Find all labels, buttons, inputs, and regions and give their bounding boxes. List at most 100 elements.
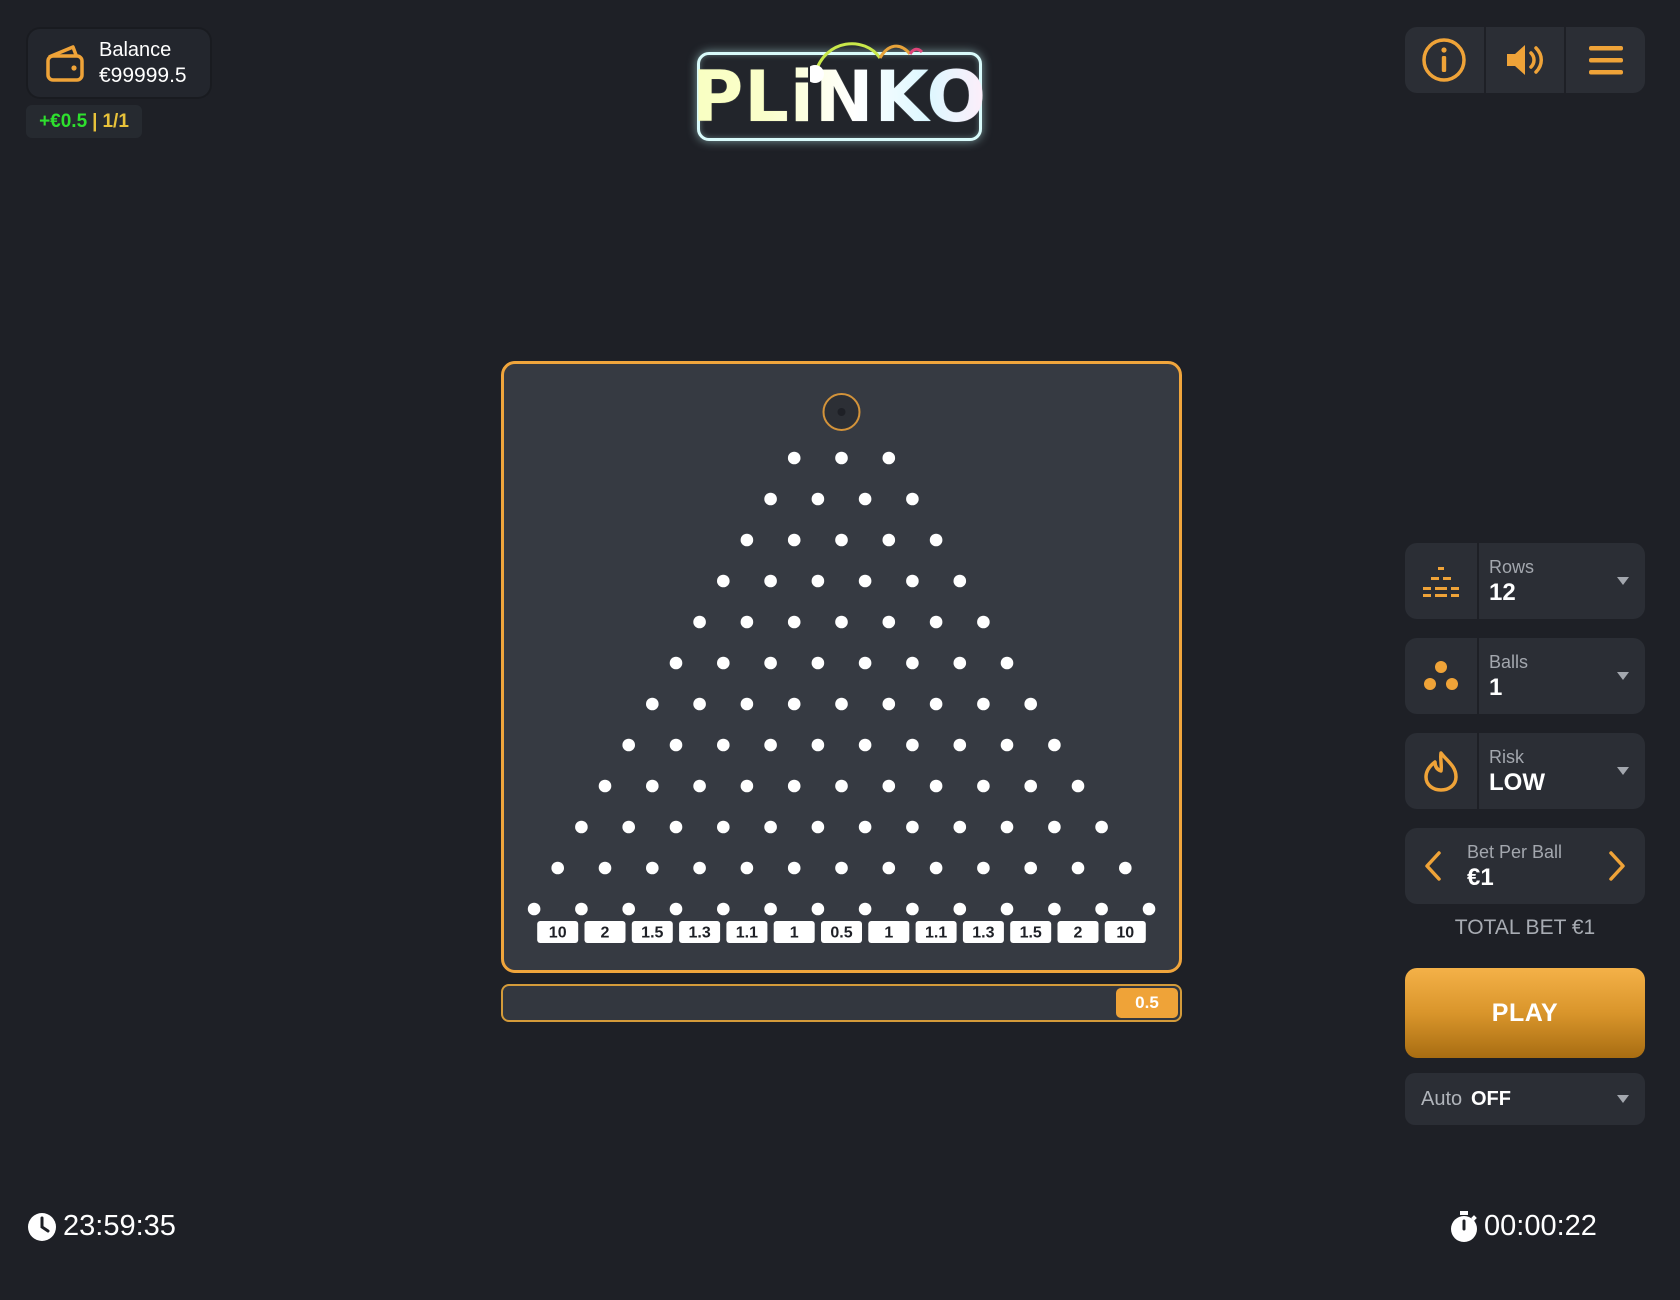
- sound-button[interactable]: [1486, 27, 1567, 93]
- peg: [906, 820, 919, 834]
- peg: [811, 902, 825, 916]
- peg: [929, 615, 943, 629]
- peg: [693, 697, 706, 711]
- peg: [835, 451, 848, 465]
- multiplier-label: 1: [790, 925, 799, 942]
- peg: [1000, 820, 1014, 834]
- peg: [646, 861, 659, 875]
- peg: [787, 533, 801, 547]
- rows-select[interactable]: Rows 12: [1405, 543, 1645, 619]
- peg: [953, 902, 967, 916]
- peg: [1000, 738, 1014, 752]
- increase-bet-button[interactable]: [1597, 846, 1637, 886]
- peg: [787, 697, 801, 711]
- peg: [929, 533, 943, 547]
- chevron-down-icon: [1617, 577, 1629, 585]
- chevron-down-icon: [1617, 1095, 1629, 1103]
- multiplier-label: 10: [549, 925, 567, 942]
- ball-drop-slot-center: [837, 408, 846, 416]
- peg: [1119, 861, 1132, 875]
- peg: [717, 656, 730, 670]
- multiplier-label: 1.1: [925, 925, 947, 942]
- balls-icon: [1405, 638, 1479, 714]
- peg: [1095, 902, 1108, 916]
- peg: [953, 574, 967, 588]
- peg: [882, 697, 896, 711]
- bet-per-ball-value: €1: [1467, 864, 1494, 891]
- info-button[interactable]: [1405, 27, 1486, 93]
- plinko-board: 10 2 1.5 1.3 1.1 1 0.5 1 1.1 1.3 1.5 2 10: [501, 361, 1182, 973]
- peg: [717, 820, 730, 834]
- timer-elapsed: 00:00:22: [1484, 1210, 1597, 1242]
- session-gain: +€0.5: [39, 110, 88, 132]
- chevron-left-icon: [1425, 851, 1441, 881]
- peg: [740, 779, 754, 793]
- peg: [1048, 738, 1061, 752]
- peg: [977, 697, 990, 711]
- chevron-down-icon: [1617, 767, 1629, 775]
- peg: [1142, 902, 1156, 916]
- menu-button[interactable]: [1566, 27, 1645, 93]
- peg: [787, 615, 801, 629]
- play-button[interactable]: PLAY: [1405, 968, 1645, 1058]
- peg: [764, 820, 777, 834]
- peg: [929, 779, 943, 793]
- decrease-bet-button[interactable]: [1413, 846, 1453, 886]
- multiplier-label: 1.3: [688, 925, 710, 942]
- peg: [787, 451, 801, 465]
- peg-field: 10 2 1.5 1.3 1.1 1 0.5 1 1.1 1.3 1.5 2 10: [527, 393, 1156, 943]
- peg: [551, 861, 564, 875]
- total-bet-text: TOTAL BET €1: [1454, 916, 1596, 939]
- peg: [1095, 820, 1108, 834]
- peg: [811, 738, 825, 752]
- peg: [977, 861, 990, 875]
- multiplier-label: 1.5: [1020, 925, 1042, 942]
- balls-label: Balls: [1489, 652, 1529, 672]
- peg: [835, 533, 848, 547]
- balance-panel: Balance €99999.5: [26, 27, 212, 99]
- peg: [835, 615, 848, 629]
- balls-select[interactable]: Balls 1: [1405, 638, 1645, 714]
- clock-icon: [28, 1212, 56, 1241]
- info-icon: [1422, 38, 1467, 82]
- multiplier-label: 1.3: [972, 925, 994, 942]
- peg: [953, 820, 967, 834]
- peg: [858, 574, 872, 588]
- peg: [646, 697, 659, 711]
- peg: [787, 779, 801, 793]
- peg: [811, 820, 825, 834]
- chevron-down-icon: [1617, 672, 1629, 680]
- peg: [835, 697, 848, 711]
- peg: [717, 574, 730, 588]
- auto-play-select[interactable]: Auto OFF: [1405, 1073, 1645, 1125]
- peg: [929, 697, 943, 711]
- peg: [622, 738, 635, 752]
- last-result-badge: 0.5: [1116, 988, 1178, 1018]
- peg: [693, 615, 706, 629]
- peg: [953, 738, 967, 752]
- peg: [1071, 861, 1085, 875]
- auto-value: OFF: [1471, 1088, 1511, 1110]
- peg: [811, 492, 825, 506]
- peg: [1000, 902, 1014, 916]
- wallet-icon: [46, 45, 84, 82]
- bet-per-ball-control: Bet Per Ball €1: [1405, 828, 1645, 904]
- chevron-right-icon: [1609, 851, 1625, 881]
- peg: [1024, 697, 1037, 711]
- peg: [1024, 861, 1037, 875]
- peg: [669, 820, 683, 834]
- peg: [622, 902, 635, 916]
- peg: [953, 656, 967, 670]
- rows-label: Rows: [1489, 557, 1535, 577]
- peg: [1024, 779, 1037, 793]
- clock: 23:59:35: [27, 1210, 176, 1243]
- peg: [882, 615, 896, 629]
- risk-select[interactable]: Risk LOW: [1405, 733, 1645, 809]
- risk-value: LOW: [1489, 769, 1545, 796]
- hamburger-menu-icon: [1588, 46, 1623, 75]
- peg: [764, 738, 777, 752]
- peg: [906, 656, 919, 670]
- peg: [858, 820, 872, 834]
- rows-value: 12: [1489, 579, 1516, 606]
- peg: [598, 779, 612, 793]
